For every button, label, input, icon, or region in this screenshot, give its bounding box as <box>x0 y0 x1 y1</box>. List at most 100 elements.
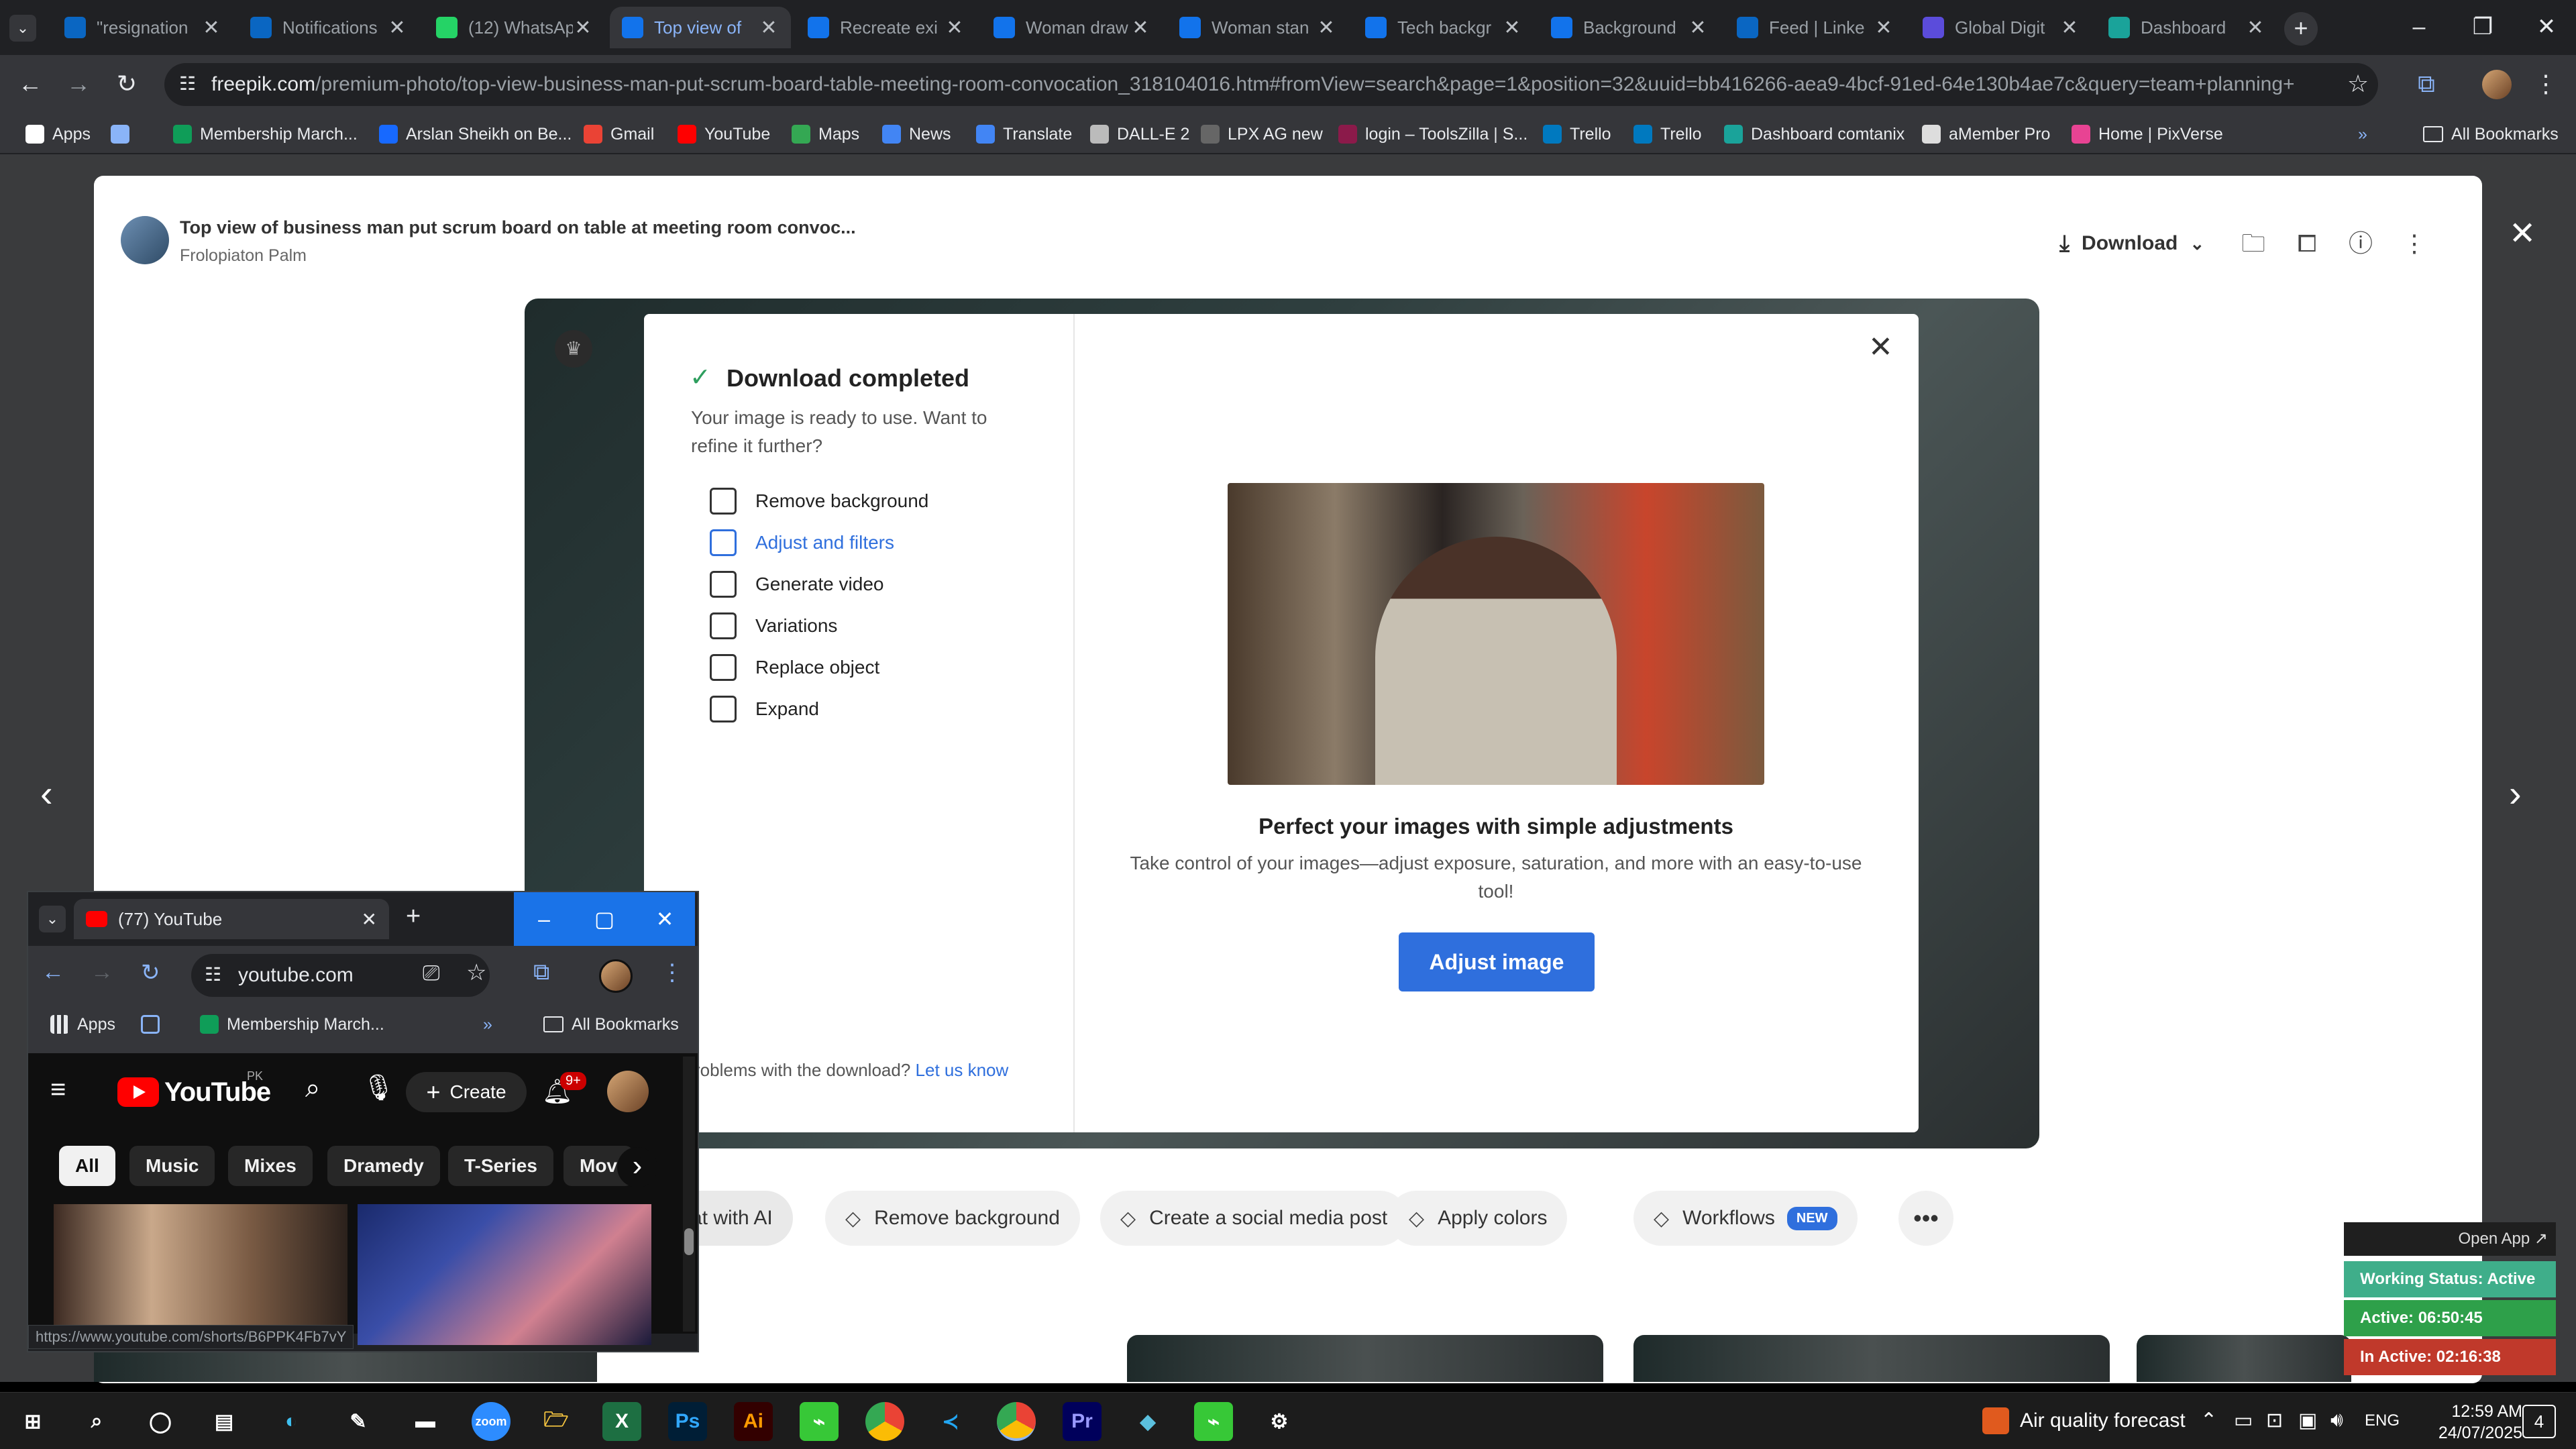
maximize-button[interactable]: ❐ <box>2452 0 2514 54</box>
more-options-icon[interactable]: ⋮ <box>2399 228 2430 259</box>
related-image-thumb[interactable] <box>1127 1335 1603 1382</box>
browser-tab[interactable]: Woman stan ✕ <box>1167 7 1348 48</box>
browser-tab[interactable]: Tech backgr ✕ <box>1353 7 1534 48</box>
bookmark-star-icon[interactable]: ☆ <box>2341 67 2375 101</box>
close-tab-icon[interactable]: ✕ <box>201 16 221 40</box>
refine-option[interactable]: Replace object <box>710 652 879 683</box>
video-thumbnail[interactable] <box>358 1204 651 1345</box>
install-app-icon[interactable]: ⎚ <box>423 961 440 986</box>
adjust-image-button[interactable]: Adjust image <box>1399 932 1595 991</box>
green-app-icon[interactable]: ⌁ <box>800 1402 839 1441</box>
tab-groups-icon[interactable] <box>141 1010 168 1039</box>
weather-widget[interactable]: Air quality forecast <box>1982 1407 2186 1434</box>
youtube-filter-chip[interactable]: Mixes <box>228 1146 313 1186</box>
previous-image-icon[interactable]: ‹ <box>40 771 53 815</box>
bookmark-item[interactable]: LPX AG new <box>1201 119 1323 149</box>
browser-tab[interactable]: Recreate exi ✕ <box>796 7 977 48</box>
tray-chevron-up-icon[interactable]: ⌃ <box>2200 1409 2217 1432</box>
browser-tab[interactable]: Top view of ✕ <box>610 7 791 48</box>
microphone-icon[interactable]: 🎙︎ <box>362 1073 394 1103</box>
hamburger-menu-icon[interactable]: ≡ <box>50 1075 66 1105</box>
bookmark-item[interactable]: Translate <box>976 119 1072 149</box>
close-tab-icon[interactable]: ✕ <box>1316 16 1336 40</box>
cortana-icon[interactable]: ◯ <box>141 1402 180 1441</box>
close-tab-icon[interactable]: ✕ <box>759 16 779 40</box>
all-bookmarks-folder[interactable]: All Bookmarks <box>2423 119 2559 149</box>
bookmarks-overflow-icon[interactable]: » <box>2358 119 2367 149</box>
reload-button[interactable]: ↻ <box>110 67 144 101</box>
bookmark-item[interactable]: Arslan Sheikh on Be... <box>379 119 572 149</box>
forward-button[interactable]: → <box>62 67 95 101</box>
let-us-know-link[interactable]: Let us know <box>916 1060 1009 1080</box>
refine-option[interactable]: Remove background <box>710 486 928 517</box>
bookmark-item[interactable]: Gmail <box>584 119 654 149</box>
tray-volume-icon[interactable]: 🔊︎ <box>2330 1409 2343 1432</box>
bookmark-item[interactable]: login – ToolsZilla | S... <box>1338 119 1527 149</box>
youtube-back-button[interactable]: ← <box>42 959 64 985</box>
browser-tab[interactable]: Dashboard ✕ <box>2096 7 2277 48</box>
refine-option[interactable]: Adjust and filters <box>710 527 894 558</box>
youtube-filter-chip[interactable]: T-Series <box>448 1146 553 1186</box>
pen-tool-icon[interactable]: ✎ <box>339 1402 378 1441</box>
clock[interactable]: 12:59 AM 24/07/2025 <box>2422 1401 2522 1444</box>
zoom-icon[interactable]: zoom <box>472 1402 511 1441</box>
bookmark-item[interactable]: Trello <box>1633 119 1702 149</box>
youtube-close-button[interactable]: ✕ <box>635 892 695 946</box>
youtube-scrollbar[interactable] <box>683 1057 695 1332</box>
tray-meet-icon[interactable]: ▭ <box>2234 1409 2253 1432</box>
refine-option[interactable]: Variations <box>710 610 837 641</box>
close-tab-icon[interactable]: ✕ <box>573 16 593 40</box>
image-author[interactable]: Frolopiaton Palm <box>180 246 307 266</box>
author-avatar[interactable] <box>121 216 169 264</box>
bookmark-item[interactable]: Trello <box>1543 119 1611 149</box>
notification-center-icon[interactable]: 4 <box>2522 1405 2556 1438</box>
youtube-filter-chip[interactable]: All <box>59 1146 115 1186</box>
tray-display-icon[interactable]: ⊡ <box>2266 1409 2283 1432</box>
chips-next-icon[interactable]: › <box>617 1147 657 1187</box>
browser-tab[interactable]: Woman draw ✕ <box>981 7 1163 48</box>
browser-tab[interactable]: Notifications ✕ <box>238 7 419 48</box>
close-tab-icon[interactable]: ✕ <box>387 16 407 40</box>
bookmark-item[interactable]: Home | PixVerse <box>2072 119 2223 149</box>
youtube-tab[interactable]: (77) YouTube ✕ <box>74 899 389 939</box>
close-tab-icon[interactable]: ✕ <box>945 16 965 40</box>
illustrator-icon[interactable]: Ai <box>734 1402 773 1441</box>
youtube-menu-icon[interactable]: ⋮ <box>661 959 684 986</box>
green-app-icon[interactable]: ⌁ <box>1194 1402 1233 1441</box>
yt-bookmark-membership[interactable]: Membership March... <box>200 1010 384 1039</box>
youtube-reload-button[interactable]: ↻ <box>141 959 160 986</box>
bookmark-item[interactable]: YouTube <box>678 119 770 149</box>
yt-bookmark-apps[interactable]: Apps <box>50 1010 115 1039</box>
video-thumbnail[interactable] <box>54 1204 347 1345</box>
next-image-icon[interactable]: › <box>2509 771 2522 815</box>
address-bar[interactable]: ☷ freepik.com/premium-photo/top-view-bus… <box>164 63 2378 106</box>
photoshop-icon[interactable]: Ps <box>668 1402 707 1441</box>
youtube-profile-avatar[interactable] <box>599 959 633 993</box>
profile-avatar[interactable] <box>2482 70 2512 99</box>
close-window-button[interactable]: ✕ <box>2516 0 2576 54</box>
browser-tab[interactable]: Background ✕ <box>1539 7 1720 48</box>
youtube-new-tab-button[interactable]: + <box>406 902 421 931</box>
youtube-account-avatar[interactable] <box>607 1071 649 1112</box>
refine-option[interactable]: Expand <box>710 694 819 724</box>
youtube-maximize-button[interactable]: ▢ <box>574 892 635 946</box>
bookmark-item[interactable]: Dashboard comtanix <box>1724 119 1904 149</box>
chrome-icon[interactable] <box>865 1402 904 1441</box>
close-tab-icon[interactable]: ✕ <box>2245 16 2265 40</box>
bookmark-item[interactable] <box>111 119 138 149</box>
bookmarks-overflow-icon[interactable]: » <box>483 1010 492 1039</box>
close-tab-icon[interactable]: ✕ <box>1874 16 1894 40</box>
menu-kebab-icon[interactable]: ⋮ <box>2529 67 2563 101</box>
premiere-icon[interactable]: Pr <box>1063 1402 1102 1441</box>
close-tab-icon[interactable]: ✕ <box>1688 16 1708 40</box>
yt-all-bookmarks[interactable]: All Bookmarks <box>543 1010 679 1039</box>
bookmark-item[interactable]: Apps <box>25 119 91 149</box>
back-button[interactable]: ← <box>13 67 47 101</box>
action-chip[interactable]: ◇ Workflows NEW <box>1633 1191 1858 1246</box>
close-tab-icon[interactable]: ✕ <box>2059 16 2080 40</box>
info-icon[interactable]: ⓘ <box>2345 228 2376 259</box>
bookmark-item[interactable]: DALL-E 2 <box>1090 119 1189 149</box>
folder-add-icon[interactable]: 🗀 <box>2238 228 2269 259</box>
bookmark-item[interactable]: Membership March... <box>173 119 358 149</box>
search-icon[interactable]: ⌕ <box>305 1073 320 1104</box>
